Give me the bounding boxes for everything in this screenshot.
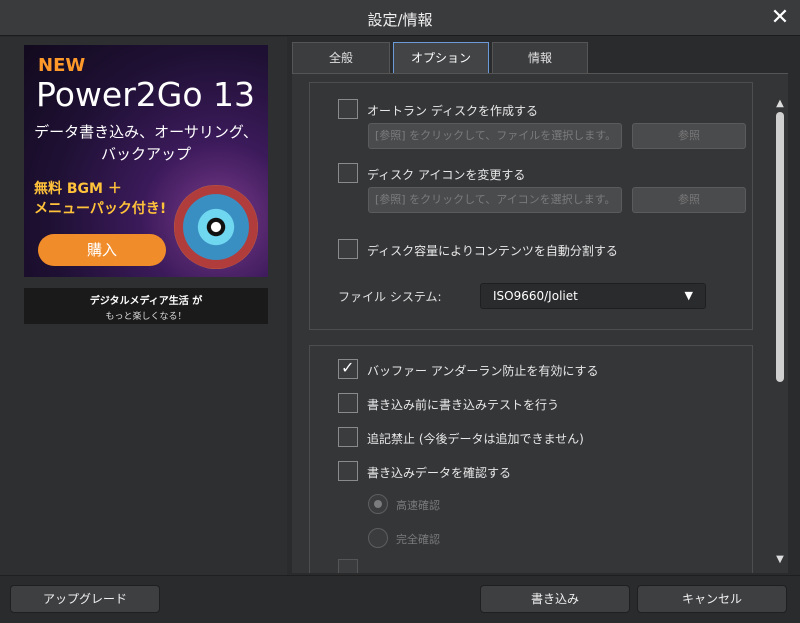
chevron-down-icon: ▼ <box>684 289 693 302</box>
buffer-underrun-label: バッファー アンダーラン防止を有効にする <box>367 364 599 378</box>
left-pane: NEW Power2Go 13 データ書き込み、オーサリング、 バックアップ 無… <box>0 37 287 575</box>
write-test-checkbox[interactable] <box>338 393 358 413</box>
autorun-checkbox[interactable] <box>338 99 358 119</box>
scroll-up-icon[interactable]: ▲ <box>774 98 786 109</box>
verify-label: 書き込みデータを確認する <box>367 466 512 480</box>
promo-tagline-line2: もっと楽しくなる！ <box>105 312 187 322</box>
promo-bgm-line2: メニューパック付き! <box>34 201 167 217</box>
promo-tagline-line1: デジタルメディア生活 が <box>89 296 203 307</box>
write-test-label: 書き込み前に書き込みテストを行う <box>367 398 560 412</box>
file-system-select[interactable]: ISO9660/Joliet ▼ <box>480 283 706 309</box>
promo-product-name: Power2Go 13 <box>36 75 256 114</box>
promo-subtitle-line1: データ書き込み、オーサリング、 <box>34 123 258 141</box>
next-option-checkbox[interactable] <box>338 559 358 573</box>
window-title: 設定/情報 <box>367 11 433 29</box>
promo-subtitle-line2: バックアップ <box>100 145 191 163</box>
promo-new-label: NEW <box>38 55 86 76</box>
disc-icon-label: ディスク アイコンを変更する <box>367 168 526 182</box>
promo-bgm: 無料 BGM ＋ メニューパック付き! <box>34 179 166 219</box>
verify-fast-label: 高速確認 <box>396 499 440 512</box>
disc-icon <box>174 185 258 269</box>
promo-tagline: デジタルメディア生活 が もっと楽しくなる！ <box>24 288 268 324</box>
options-panel: オートラン ディスクを作成する [参照] をクリックして、ファイルを選択します。… <box>292 73 788 573</box>
buy-button[interactable]: 購入 <box>38 234 166 266</box>
burn-options-group: バッファー アンダーラン防止を有効にする 書き込み前に書き込みテストを行う 追記… <box>309 345 753 573</box>
bottom-bar: アップグレード 書き込み キャンセル <box>0 575 800 623</box>
promo-bgm-line1: 無料 BGM ＋ <box>34 181 122 197</box>
verify-full-label: 完全確認 <box>396 533 440 546</box>
promo-banner[interactable]: NEW Power2Go 13 データ書き込み、オーサリング、 バックアップ 無… <box>24 45 268 277</box>
disc-icon-path-input[interactable]: [参照] をクリックして、アイコンを選択します。 <box>368 187 622 213</box>
file-system-value: ISO9660/Joliet <box>493 289 578 303</box>
scroll-down-icon[interactable]: ▼ <box>774 554 786 565</box>
title-bar: 設定/情報 ✕ <box>0 0 800 36</box>
cancel-button[interactable]: キャンセル <box>637 585 787 613</box>
verify-fast-radio[interactable] <box>368 494 388 514</box>
finalize-label: 追記禁止 (今後データは追加できません) <box>367 432 584 446</box>
autorun-path-input[interactable]: [参照] をクリックして、ファイルを選択します。 <box>368 123 622 149</box>
verify-checkbox[interactable] <box>338 461 358 481</box>
autorun-label: オートラン ディスクを作成する <box>367 104 538 118</box>
close-icon[interactable]: ✕ <box>768 6 792 30</box>
buffer-underrun-checkbox[interactable] <box>338 358 358 379</box>
auto-split-checkbox[interactable] <box>338 239 358 259</box>
tab-options[interactable]: オプション <box>393 42 489 73</box>
finalize-checkbox[interactable] <box>338 427 358 447</box>
auto-split-label: ディスク容量によりコンテンツを自動分割する <box>367 244 618 258</box>
burn-button[interactable]: 書き込み <box>480 585 630 613</box>
disc-icon-browse-button[interactable]: 参照 <box>632 187 746 213</box>
disc-options-group: オートラン ディスクを作成する [参照] をクリックして、ファイルを選択します。… <box>309 82 753 330</box>
promo-subtitle: データ書き込み、オーサリング、 バックアップ <box>24 121 268 165</box>
upgrade-button[interactable]: アップグレード <box>10 585 160 613</box>
disc-icon-checkbox[interactable] <box>338 163 358 183</box>
scrollbar-thumb[interactable] <box>776 112 784 382</box>
file-system-label: ファイル システム: <box>338 290 442 304</box>
verify-full-radio[interactable] <box>368 528 388 548</box>
tab-info[interactable]: 情報 <box>492 42 588 73</box>
autorun-browse-button[interactable]: 参照 <box>632 123 746 149</box>
tab-general[interactable]: 全般 <box>292 42 390 73</box>
